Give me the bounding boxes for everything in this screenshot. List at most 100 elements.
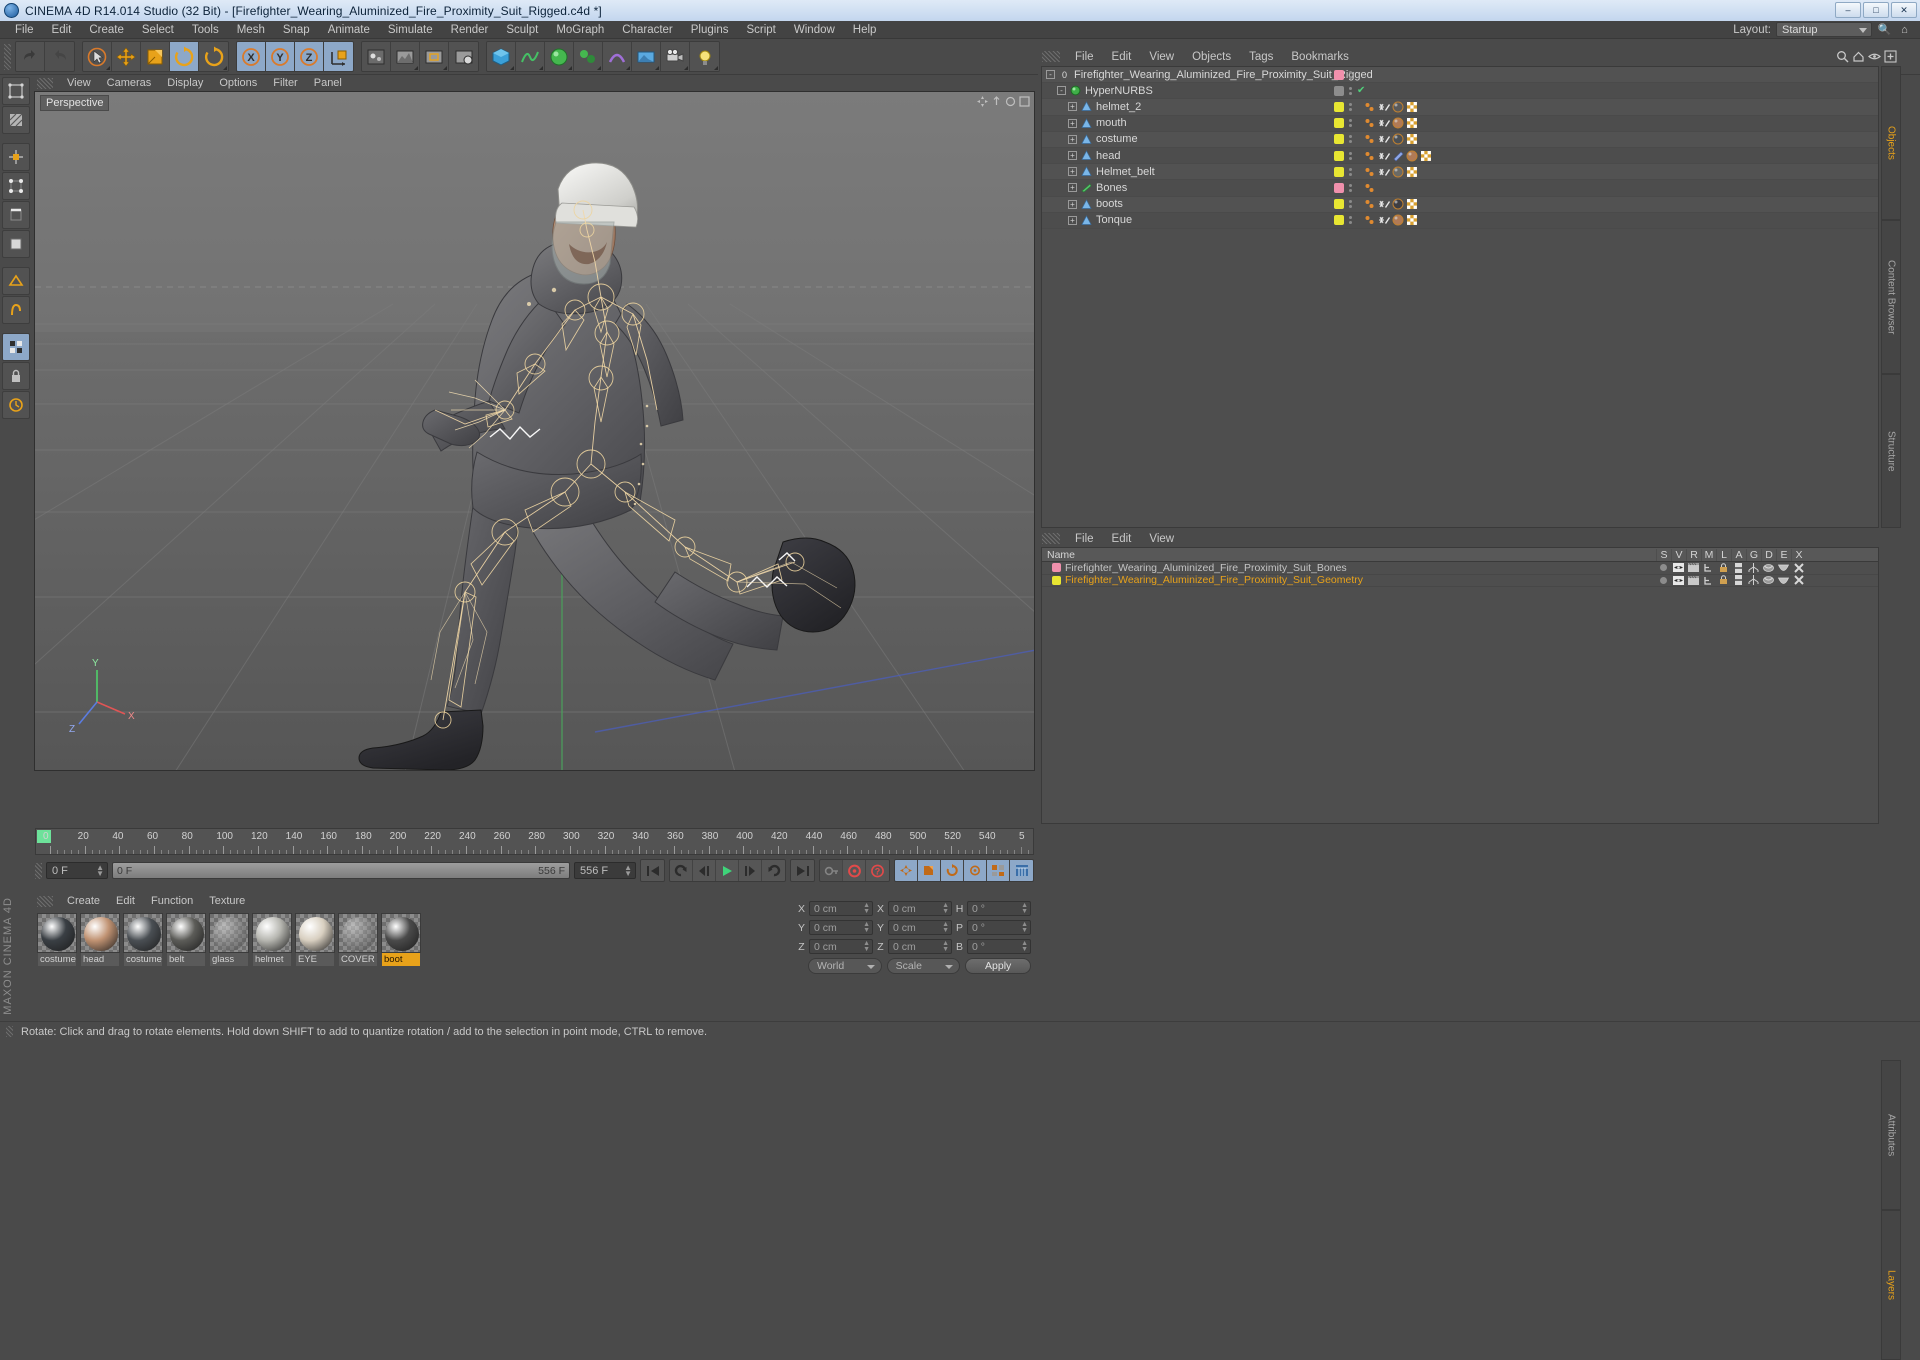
- layer-toggle-r[interactable]: [1686, 576, 1701, 585]
- spinner-icon[interactable]: ▲▼: [942, 941, 949, 953]
- material-menu-edit[interactable]: Edit: [108, 895, 143, 907]
- key-scale-icon[interactable]: [918, 860, 941, 881]
- menu-item-create[interactable]: Create: [80, 21, 133, 39]
- om-menu-view[interactable]: View: [1140, 51, 1183, 63]
- menu-item-tools[interactable]: Tools: [183, 21, 228, 39]
- coord-system-select[interactable]: World: [808, 958, 882, 974]
- object-name-cell[interactable]: -HyperNURBS: [1042, 85, 1153, 97]
- layer-toggle-v[interactable]: [1671, 576, 1686, 585]
- layer-toggle-l[interactable]: [1716, 563, 1731, 573]
- layer-toggle-s[interactable]: [1656, 577, 1671, 584]
- layer-header-d[interactable]: D: [1761, 549, 1776, 561]
- layer-toggle-m[interactable]: [1701, 563, 1716, 572]
- edges-mode-icon[interactable]: [2, 201, 30, 229]
- material-item[interactable]: boot: [381, 913, 421, 967]
- layer-header-l[interactable]: L: [1716, 549, 1731, 561]
- go-to-end-icon[interactable]: [791, 860, 814, 881]
- play-forward-icon[interactable]: [716, 860, 739, 881]
- material-item[interactable]: COVER: [338, 913, 378, 967]
- layer-color-swatch[interactable]: [1052, 563, 1061, 572]
- point-tag-icon[interactable]: [1364, 133, 1376, 145]
- axis-y-icon[interactable]: Y: [266, 42, 295, 71]
- window-controls[interactable]: – □ ✕: [1835, 2, 1917, 18]
- material-preview-belt[interactable]: [166, 913, 206, 953]
- spinner-icon[interactable]: ▲▼: [624, 865, 632, 877]
- viewport-nav-icons[interactable]: [977, 94, 1030, 105]
- lock-icon[interactable]: [2, 362, 30, 390]
- uvw-tag-icon[interactable]: [1406, 214, 1418, 226]
- material-belt-icon[interactable]: [1392, 166, 1404, 178]
- camera-icon[interactable]: [661, 42, 690, 71]
- visibility-dots[interactable]: [1349, 200, 1352, 208]
- object-name-cell[interactable]: -0Firefighter_Wearing_Aluminized_Fire_Pr…: [1042, 69, 1373, 81]
- expand-icon[interactable]: +: [1068, 167, 1077, 176]
- lm-menu-file[interactable]: File: [1066, 533, 1103, 545]
- spinner-icon[interactable]: ▲▼: [863, 903, 870, 915]
- collapse-icon[interactable]: -: [1057, 86, 1066, 95]
- material-item[interactable]: helmet: [252, 913, 292, 967]
- visibility-dots[interactable]: [1349, 71, 1352, 79]
- visibility-dots[interactable]: [1349, 103, 1352, 111]
- material-preview-helmet[interactable]: [252, 913, 292, 953]
- home-icon[interactable]: [1851, 50, 1865, 64]
- object-name-cell[interactable]: +Helmet_belt: [1042, 166, 1155, 178]
- timeline-ruler[interactable]: 0204060801001201401601802002202402602803…: [35, 828, 1034, 855]
- undo-icon[interactable]: [16, 42, 45, 71]
- lm-menu-edit[interactable]: Edit: [1103, 533, 1141, 545]
- uvw-tag-icon[interactable]: [1406, 198, 1418, 210]
- add-icon[interactable]: [1883, 50, 1897, 64]
- visibility-dots[interactable]: [1349, 135, 1352, 143]
- layer-header-a[interactable]: A: [1731, 549, 1746, 561]
- weight-tag-icon[interactable]: [1378, 101, 1390, 113]
- visibility-dots[interactable]: [1349, 216, 1352, 224]
- object-row[interactable]: +mouth: [1042, 116, 1878, 132]
- rotation-p-field[interactable]: 0 °▲▼: [967, 920, 1031, 935]
- workplane-icon[interactable]: [2, 267, 30, 295]
- current-frame-field[interactable]: 0 F ▲▼: [46, 862, 108, 879]
- rotation-b-field[interactable]: 0 °▲▼: [967, 939, 1031, 954]
- rotate-icon[interactable]: [170, 42, 199, 71]
- object-row[interactable]: +Tonque: [1042, 213, 1878, 229]
- visibility-dots[interactable]: [1349, 168, 1352, 176]
- layer-color-swatch[interactable]: [1052, 576, 1061, 585]
- apply-button[interactable]: Apply: [965, 958, 1031, 974]
- layer-toggle-g[interactable]: [1746, 575, 1761, 585]
- point-tag-icon[interactable]: [1364, 214, 1376, 226]
- expand-icon[interactable]: +: [1068, 183, 1077, 192]
- step-forward-icon[interactable]: [739, 860, 762, 881]
- render-view-icon[interactable]: [391, 42, 420, 71]
- layer-color-swatch[interactable]: [1334, 183, 1344, 193]
- layer-toggle-r[interactable]: [1686, 563, 1701, 572]
- eye-icon[interactable]: [1867, 50, 1881, 64]
- material-item[interactable]: belt: [166, 913, 206, 967]
- spinner-icon[interactable]: ▲▼: [1021, 922, 1028, 934]
- redo-icon[interactable]: [45, 42, 74, 71]
- go-to-start-icon[interactable]: [641, 860, 664, 881]
- layer-toggle-m[interactable]: [1701, 576, 1716, 585]
- zoom-icon[interactable]: [991, 94, 1002, 105]
- snap-icon[interactable]: [2, 296, 30, 324]
- scene-icon[interactable]: [362, 42, 391, 71]
- layer-color-swatch[interactable]: [1334, 118, 1344, 128]
- key-rotation-icon[interactable]: [941, 860, 964, 881]
- deformer-icon[interactable]: [603, 42, 632, 71]
- axis-z-icon[interactable]: Z: [295, 42, 324, 71]
- layer-header-x[interactable]: X: [1791, 549, 1806, 561]
- expand-icon[interactable]: +: [1068, 216, 1077, 225]
- expand-icon[interactable]: +: [1068, 135, 1077, 144]
- uvw-tag-icon[interactable]: [1420, 150, 1432, 162]
- toolbar-grip[interactable]: [4, 44, 11, 70]
- rotate-alt-icon[interactable]: [199, 42, 228, 71]
- material-head-icon[interactable]: [1392, 214, 1404, 226]
- timeline-grip[interactable]: [35, 863, 42, 879]
- expand-icon[interactable]: +: [1068, 200, 1077, 209]
- viewport-menu-filter[interactable]: Filter: [265, 77, 305, 89]
- viewport-menu-grip[interactable]: [37, 78, 53, 89]
- side-tab-layers[interactable]: Layers: [1881, 1210, 1901, 1360]
- layer-row[interactable]: Firefighter_Wearing_Aluminized_Fire_Prox…: [1042, 562, 1878, 575]
- close-button[interactable]: ✕: [1891, 2, 1917, 18]
- om-menu-tags[interactable]: Tags: [1240, 51, 1282, 63]
- object-axis-icon[interactable]: [2, 143, 30, 171]
- viewport-menu-cameras[interactable]: Cameras: [99, 77, 160, 89]
- layer-toggle-e[interactable]: [1776, 564, 1791, 571]
